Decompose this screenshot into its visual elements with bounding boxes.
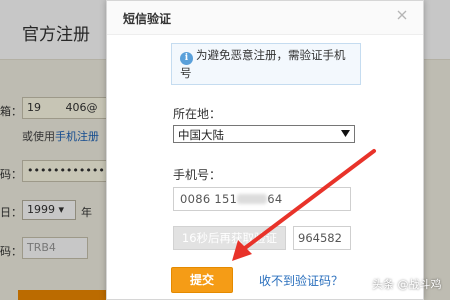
phone-suffix: 64	[267, 192, 283, 206]
no-code-link[interactable]: 收不到验证码？	[259, 272, 343, 289]
close-icon[interactable]	[395, 8, 409, 22]
location-label: 所在地：	[173, 107, 222, 121]
sms-verify-dialog: 短信验证 i 为避免恶意注册，需验证手机号 所在地： 中国大陆 手机号： 0086…	[106, 0, 424, 300]
notice-box: i 为避免恶意注册，需验证手机号	[171, 43, 361, 85]
phone-prefix: 0086 151	[180, 192, 238, 206]
phone-redaction	[237, 194, 268, 204]
verification-code-input[interactable]: 964582	[293, 226, 351, 250]
dialog-title: 短信验证	[123, 12, 172, 26]
location-select[interactable]: 中国大陆	[173, 125, 355, 143]
chevron-down-icon	[341, 130, 350, 137]
submit-button[interactable]: 提交	[171, 267, 233, 293]
location-value: 中国大陆	[178, 128, 224, 142]
info-icon: i	[180, 52, 193, 65]
phone-label: 手机号：	[173, 168, 222, 182]
notice-text: 为避免恶意注册，需验证手机号	[180, 48, 346, 80]
watermark: 头条 @战斗鸡	[372, 278, 442, 291]
resend-code-button[interactable]: 16秒后再获取验证	[173, 226, 286, 250]
dialog-header: 短信验证	[107, 1, 423, 35]
phone-input[interactable]: 0086 151 64	[173, 187, 351, 211]
